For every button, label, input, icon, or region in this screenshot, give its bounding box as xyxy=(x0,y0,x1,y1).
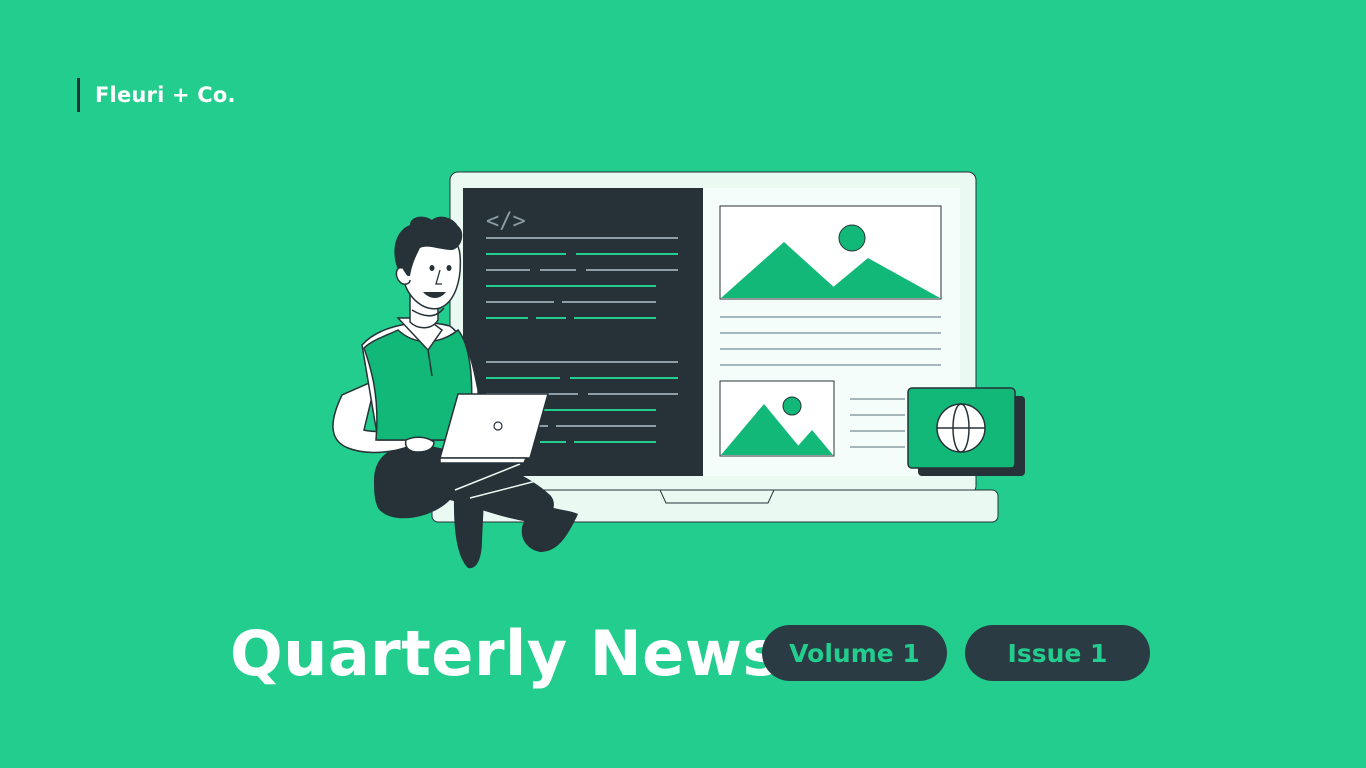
image-icon-small xyxy=(719,380,835,457)
page-title: Quarterly News xyxy=(230,617,780,690)
globe-icon xyxy=(936,403,986,453)
volume-badge: Volume 1 xyxy=(762,625,947,681)
image-icon xyxy=(719,205,942,300)
globe-card xyxy=(907,387,1025,476)
issue-badge: Issue 1 xyxy=(965,625,1150,681)
code-icon: </> xyxy=(486,209,526,234)
